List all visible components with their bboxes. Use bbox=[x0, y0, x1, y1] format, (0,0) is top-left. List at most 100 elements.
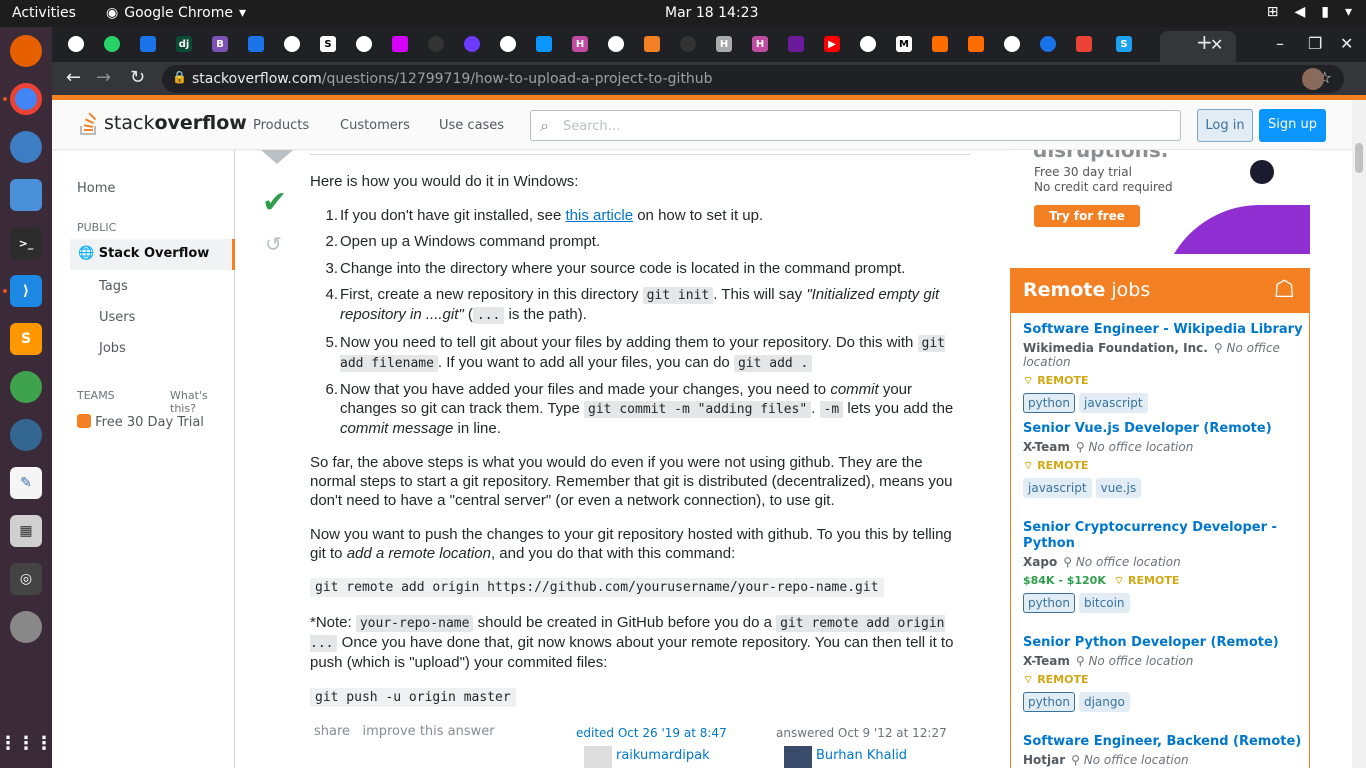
vscode-icon[interactable]: ⟩ bbox=[10, 275, 42, 307]
address-bar[interactable]: 🔒 stackoverflow.com/questions/12799719/h… bbox=[162, 65, 1344, 93]
reload-icon[interactable]: ↻ bbox=[130, 67, 145, 88]
firefox-icon[interactable] bbox=[10, 35, 42, 67]
tab-favicon[interactable] bbox=[140, 36, 156, 52]
tab-favicon[interactable]: S bbox=[1116, 36, 1132, 52]
chrome-dock-icon[interactable] bbox=[10, 83, 42, 115]
activities-button[interactable]: Activities bbox=[12, 5, 76, 21]
avatar[interactable] bbox=[784, 746, 812, 768]
postgres-icon[interactable] bbox=[10, 419, 42, 451]
sidebar-item-free-trial[interactable]: Free 30 Day Trial bbox=[77, 414, 204, 430]
scrollbar-thumb[interactable] bbox=[1355, 143, 1363, 173]
job-tag[interactable]: python bbox=[1023, 393, 1075, 413]
stackoverflow-logo[interactable]: stack overflow bbox=[78, 110, 247, 136]
avatar[interactable] bbox=[584, 746, 612, 768]
sidebar-item-tags[interactable]: Tags bbox=[99, 279, 128, 294]
job-title[interactable]: Senior Cryptocurrency Developer - Python bbox=[1023, 520, 1303, 552]
nav-use-cases[interactable]: Use cases bbox=[439, 118, 504, 133]
tab-favicon[interactable] bbox=[464, 36, 480, 52]
job-listing[interactable]: Software Engineer, Backend (Remote) Hotj… bbox=[1023, 734, 1303, 767]
tab-favicon[interactable] bbox=[860, 36, 876, 52]
sidebar-item-home[interactable]: Home bbox=[77, 181, 115, 196]
tab-favicon[interactable]: H bbox=[716, 36, 732, 52]
tab-favicon[interactable]: B bbox=[212, 36, 228, 52]
gmail-icon[interactable] bbox=[1076, 36, 1092, 52]
close-window-icon[interactable]: ✕ bbox=[1340, 34, 1353, 53]
text-editor-icon[interactable]: ✎ bbox=[10, 467, 42, 499]
tab-favicon[interactable] bbox=[1040, 36, 1056, 52]
tab-favicon[interactable] bbox=[248, 36, 264, 52]
search-input[interactable]: ⌕ Search… bbox=[530, 110, 1181, 141]
whats-this-link[interactable]: What's this? bbox=[170, 389, 234, 415]
profile-avatar[interactable] bbox=[1302, 68, 1324, 90]
github-icon[interactable] bbox=[428, 36, 444, 52]
tab-favicon[interactable] bbox=[284, 36, 300, 52]
improve-answer-link[interactable]: improve this answer bbox=[362, 724, 494, 739]
try-for-free-button[interactable]: Try for free bbox=[1034, 205, 1140, 227]
job-title[interactable]: Senior Python Developer (Remote) bbox=[1023, 635, 1303, 651]
tab-favicon[interactable]: H bbox=[752, 36, 768, 52]
clock[interactable]: Mar 18 14:23 bbox=[665, 5, 758, 21]
tab-favicon[interactable] bbox=[392, 36, 408, 52]
tab-favicon[interactable] bbox=[1004, 36, 1020, 52]
jobs-header[interactable]: Remote jobs ☖ bbox=[1011, 269, 1309, 313]
tab-favicon[interactable] bbox=[104, 36, 120, 52]
tab-favicon[interactable]: H bbox=[572, 36, 588, 52]
forward-icon[interactable]: → bbox=[96, 67, 111, 88]
sidebar-ad[interactable]: disruptions. Free 30 day trial No credit… bbox=[1010, 150, 1310, 254]
edited-timestamp[interactable]: edited Oct 26 '19 at 8:47 bbox=[576, 726, 727, 740]
youtube-icon[interactable]: ▶ bbox=[824, 36, 840, 52]
app-menu[interactable]: ◉ Google Chrome ▾ bbox=[106, 5, 246, 21]
new-tab-button[interactable]: + bbox=[1196, 30, 1213, 54]
chromium-icon[interactable] bbox=[10, 131, 42, 163]
disk-icon[interactable] bbox=[10, 611, 42, 643]
tab-favicon[interactable]: dj bbox=[176, 36, 192, 52]
tab-favicon[interactable] bbox=[644, 36, 660, 52]
tab-favicon[interactable] bbox=[68, 36, 84, 52]
back-icon[interactable]: ← bbox=[66, 67, 81, 88]
calculator-icon[interactable]: ▦ bbox=[10, 515, 42, 547]
screenshot-icon[interactable]: ◎ bbox=[10, 563, 42, 595]
job-title[interactable]: Software Engineer, Backend (Remote) bbox=[1023, 734, 1303, 750]
page-scrollbar[interactable] bbox=[1352, 100, 1366, 768]
tab-favicon[interactable] bbox=[968, 36, 984, 52]
tab-favicon[interactable] bbox=[608, 36, 624, 52]
tab-favicon[interactable] bbox=[356, 36, 372, 52]
job-listing[interactable]: Software Engineer - Wikipedia Library Wi… bbox=[1023, 322, 1303, 413]
system-tray[interactable]: ⊞ ◀ ▮ ▾ bbox=[1267, 4, 1352, 20]
sidebar-item-users[interactable]: Users bbox=[99, 310, 135, 325]
nav-customers[interactable]: Customers bbox=[340, 118, 410, 133]
job-title[interactable]: Software Engineer - Wikipedia Library bbox=[1023, 322, 1303, 338]
tab-favicon[interactable] bbox=[788, 36, 804, 52]
share-link[interactable]: share bbox=[314, 724, 350, 739]
job-listing[interactable]: Senior Vue.js Developer (Remote) X-Team ⚲… bbox=[1023, 421, 1303, 498]
signup-button[interactable]: Sign up bbox=[1259, 109, 1326, 142]
tab-favicon[interactable] bbox=[536, 36, 552, 52]
terminal-icon[interactable]: >_ bbox=[10, 227, 42, 259]
maximize-icon[interactable]: ❐ bbox=[1308, 34, 1322, 53]
job-title[interactable]: Senior Vue.js Developer (Remote) bbox=[1023, 421, 1303, 437]
medium-icon[interactable]: M bbox=[896, 36, 912, 52]
atom-icon[interactable] bbox=[10, 371, 42, 403]
github-icon[interactable] bbox=[680, 36, 696, 52]
tab-favicon[interactable] bbox=[500, 36, 516, 52]
job-tag[interactable]: bitcoin bbox=[1078, 593, 1130, 613]
sidebar-item-jobs[interactable]: Jobs bbox=[99, 341, 126, 356]
job-tag[interactable]: python bbox=[1023, 692, 1075, 712]
job-tag[interactable]: vue.js bbox=[1095, 478, 1142, 498]
sidebar-item-stack-overflow[interactable]: 🌐 Stack Overflow bbox=[70, 239, 235, 270]
minimize-icon[interactable]: – bbox=[1276, 34, 1284, 53]
history-icon[interactable]: ↺ bbox=[265, 232, 282, 256]
downvote-button[interactable] bbox=[261, 150, 293, 164]
job-tag[interactable]: django bbox=[1078, 692, 1130, 712]
job-listing[interactable]: Senior Python Developer (Remote) X-Team ⚲… bbox=[1023, 635, 1303, 712]
this-article-link[interactable]: this article bbox=[566, 207, 634, 224]
job-tag[interactable]: javascript bbox=[1078, 393, 1148, 413]
app-grid-icon[interactable]: ⋮⋮⋮ bbox=[0, 727, 53, 759]
nav-products[interactable]: Products bbox=[253, 118, 309, 133]
job-listing[interactable]: Senior Cryptocurrency Developer - Python… bbox=[1023, 520, 1303, 613]
job-tag[interactable]: python bbox=[1023, 593, 1075, 613]
sublime-icon[interactable]: S bbox=[10, 323, 42, 355]
editor-name[interactable]: raikumardipak bbox=[616, 748, 710, 763]
tab-favicon[interactable]: S bbox=[320, 36, 336, 52]
docs-icon[interactable] bbox=[10, 179, 42, 211]
